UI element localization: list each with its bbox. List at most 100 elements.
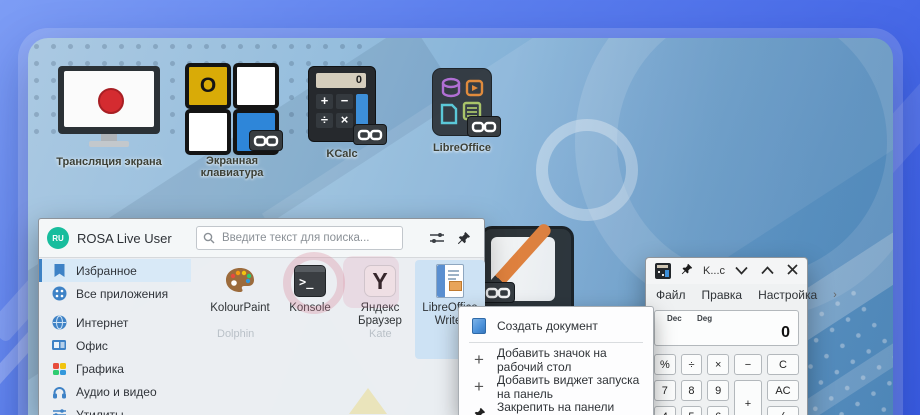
konsole-icon: >_ xyxy=(292,263,328,299)
sidebar-item-internet[interactable]: Интернет xyxy=(39,311,191,334)
key-4[interactable]: 4 xyxy=(654,406,676,415)
menu-item-add-desktop-icon[interactable]: + Добавить значок на рабочий стол xyxy=(459,345,653,374)
pin-icon[interactable] xyxy=(457,231,471,245)
menu-item-add-panel-launcher[interactable]: + Добавить виджет запуска на панель xyxy=(459,372,653,401)
close-icon[interactable] xyxy=(787,262,798,280)
app-launcher-window: RU ROSA Live User Избранн xyxy=(38,218,485,415)
key-plus[interactable]: + xyxy=(733,380,762,415)
sidebar-item-office[interactable]: Офис xyxy=(39,334,191,357)
desktop-icon-label: Экранная клавиатура xyxy=(200,155,264,179)
display-mode: Dec xyxy=(667,314,682,323)
launcher-header: RU ROSA Live User xyxy=(39,219,484,258)
office-icon xyxy=(51,338,67,354)
plus-icon: + xyxy=(474,377,484,396)
kcalc-titlebar[interactable]: K...c xyxy=(646,258,807,284)
desktop-icon-libreoffice[interactable]: LibreOffice xyxy=(412,68,512,154)
menu-settings[interactable]: Настройка xyxy=(758,288,817,302)
sidebar-item-utilities[interactable]: Утилиты xyxy=(39,403,191,415)
ghost-label: Dolphin xyxy=(217,328,255,340)
pin-icon[interactable] xyxy=(681,262,693,280)
desktop-icon-kcalc[interactable]: 0 + − ÷ × KCalc xyxy=(290,66,394,160)
key-5[interactable]: 5 xyxy=(680,406,703,415)
menu-item-label: Закрепить на панели задач xyxy=(497,399,615,415)
wallpaper-ghost-shape xyxy=(343,256,399,308)
menu-separator xyxy=(469,342,643,343)
minimize-icon[interactable] xyxy=(735,262,748,280)
key-minus[interactable]: − xyxy=(733,354,762,375)
menu-edit[interactable]: Правка xyxy=(702,288,743,302)
desktop-icon-label: LibreOffice xyxy=(432,142,492,154)
sidebar-item-label: Аудио и видео xyxy=(76,384,157,399)
window-title: K...c xyxy=(703,265,726,277)
avatar[interactable]: RU xyxy=(47,227,69,249)
sidebar-item-label: Графика xyxy=(76,361,124,376)
key-7[interactable]: 7 xyxy=(654,380,676,401)
headphones-icon xyxy=(51,384,67,400)
menu-item-pin-to-taskbar[interactable]: Закрепить на панели задач xyxy=(459,400,653,415)
key-9[interactable]: 9 xyxy=(707,380,729,401)
kcalc-app-icon xyxy=(655,263,671,279)
calculator-icon: 0 + − ÷ × xyxy=(308,66,387,145)
sidebar-item-audio-video[interactable]: Аудио и видео xyxy=(39,380,191,403)
desktop-icon-screencast[interactable]: Трансляция экрана xyxy=(46,66,172,168)
document-icon xyxy=(471,317,487,334)
key-8[interactable]: 8 xyxy=(680,380,703,401)
tablet-screen xyxy=(491,237,555,301)
shortcut-link-emblem xyxy=(467,116,501,137)
menu-file[interactable]: Файл xyxy=(656,288,686,302)
maximize-icon[interactable] xyxy=(761,262,774,280)
launcher-body: Избранное Все приложения Интернет Офис Г… xyxy=(39,252,485,415)
key-6[interactable]: 6 xyxy=(707,406,729,415)
key-multiply[interactable]: × xyxy=(707,354,729,375)
kcalc-body: Dec Deg 0 % ÷ × − C 7 8 9 + AC 4 5 6 ( xyxy=(646,306,807,415)
screenshot-frame: Трансляция экрана O Экранная клавиатура … xyxy=(0,0,920,415)
globe-icon xyxy=(51,315,67,331)
libreoffice-icon xyxy=(432,68,501,137)
menu-item-label: Добавить значок на рабочий стол xyxy=(497,345,607,374)
sidebar-item-label: Все приложения xyxy=(76,286,169,301)
search-input[interactable] xyxy=(220,231,396,245)
graphics-icon xyxy=(51,361,67,377)
menu-item-label: Добавить виджет запуска на панель xyxy=(497,372,640,401)
sidebar-item-label: Интернет xyxy=(76,315,129,330)
key-divide[interactable]: ÷ xyxy=(680,354,703,375)
configure-icon[interactable] xyxy=(429,231,445,245)
menu-overflow-chevron[interactable]: › xyxy=(833,289,837,301)
bookmark-icon xyxy=(51,263,67,279)
app-tile-kolourpaint[interactable]: KolourPaint xyxy=(205,260,275,315)
plus-icon: + xyxy=(474,350,484,369)
favorites-grid: Dolphin Kate KolourPaint >_ Konsole Y Ян… xyxy=(191,252,485,415)
sliders-icon xyxy=(51,407,67,415)
sidebar-item-graphics[interactable]: Графика xyxy=(39,357,191,380)
wallpaper-dot-pattern xyxy=(28,38,363,146)
sidebar-item-favorites[interactable]: Избранное xyxy=(39,259,191,282)
menu-item-label: Создать документ xyxy=(497,318,598,333)
sidebar-item-label: Офис xyxy=(76,338,108,353)
shortcut-link-emblem xyxy=(481,282,515,303)
key-clear[interactable]: C xyxy=(766,354,799,375)
display-angle-unit: Deg xyxy=(697,314,713,323)
desktop-icon-label: Трансляция экрана xyxy=(56,156,162,168)
shortcut-link-emblem xyxy=(249,130,283,151)
kcalc-keypad: % ÷ × − C 7 8 9 + AC 4 5 6 ( xyxy=(654,354,799,415)
desktop-icon-keyboard[interactable]: O Экранная клавиатура xyxy=(176,63,288,179)
search-box[interactable] xyxy=(196,226,403,250)
desktop-icon-label: KCalc xyxy=(326,148,358,160)
kcalc-display: Dec Deg 0 xyxy=(654,310,799,346)
search-icon xyxy=(203,232,215,244)
sidebar-item-all-apps[interactable]: Все приложения xyxy=(39,282,191,305)
key-percent[interactable]: % xyxy=(654,354,676,375)
keyboard-icon: O xyxy=(185,63,283,155)
menu-item-create-document[interactable]: Создать документ xyxy=(459,312,653,339)
key-all-clear[interactable]: AC xyxy=(766,380,799,401)
key-open-paren[interactable]: ( xyxy=(766,406,799,415)
apps-grid-icon xyxy=(51,286,67,302)
kcalc-menubar: Файл Правка Настройка › xyxy=(646,284,837,306)
pencil-icon xyxy=(485,221,554,295)
sidebar-item-label: Избранное xyxy=(76,263,137,278)
launcher-sidebar: Избранное Все приложения Интернет Офис Г… xyxy=(39,258,191,415)
wallpaper-ghost-shape xyxy=(349,388,387,414)
user-name: ROSA Live User xyxy=(77,230,172,246)
ghost-label: Kate xyxy=(369,328,392,340)
context-menu: Создать документ + Добавить значок на ра… xyxy=(458,306,654,415)
